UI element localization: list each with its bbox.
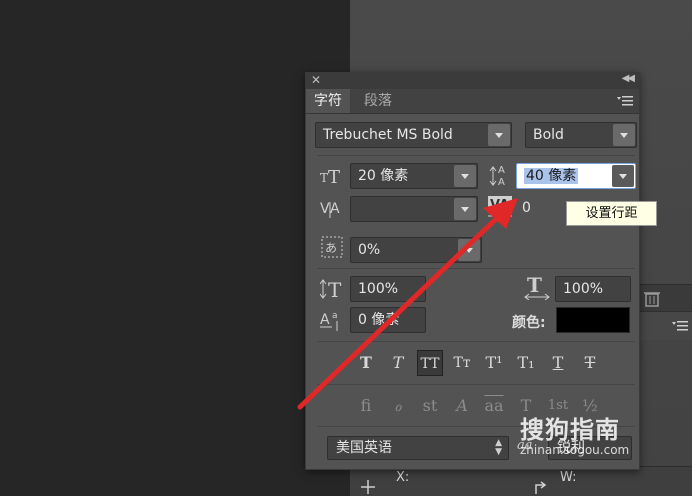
vertical-scale-icon: T	[320, 278, 342, 300]
tsume-icon: あ	[321, 236, 343, 258]
svg-text:あ: あ	[325, 241, 337, 255]
horizontal-scale-value: 100%	[563, 281, 604, 297]
tooltip: 设置行距	[566, 201, 657, 226]
plus-icon	[361, 480, 375, 494]
language-select[interactable]: 美国英语 ▲ ▼	[327, 436, 509, 460]
chevron-down-icon[interactable]	[454, 198, 476, 220]
svg-text:A: A	[320, 312, 330, 328]
divider	[317, 341, 635, 342]
baseline-shift-value: 0 像素	[358, 312, 400, 328]
superscript-button[interactable]: T¹	[481, 350, 507, 376]
svg-text:A: A	[330, 201, 340, 217]
leading-value: 40 像素	[524, 168, 579, 184]
leading-field[interactable]: 40 像素	[516, 163, 636, 189]
watermark-logo: 搜狗指南	[520, 416, 620, 444]
panel-titlebar: ✕ ◀◀	[306, 73, 639, 89]
svg-text:V: V	[320, 201, 330, 217]
contextual-alternates-button[interactable]: ℴ	[385, 393, 411, 419]
chevron-down-icon[interactable]	[488, 124, 510, 146]
svg-text:T: T	[328, 278, 342, 300]
kerning-icon: V A	[320, 201, 340, 218]
underline-button[interactable]: T	[545, 350, 571, 376]
ligatures-button[interactable]: fi	[353, 393, 379, 419]
leading-icon: A A	[489, 165, 505, 188]
font-family-select[interactable]: Trebuchet MS Bold	[315, 122, 512, 148]
svg-text:A: A	[498, 177, 505, 188]
side-panel-strip	[636, 284, 692, 312]
divider	[317, 155, 635, 156]
svg-text:A: A	[498, 165, 505, 176]
font-style-select[interactable]: Bold	[525, 122, 637, 148]
strikethrough-button[interactable]: T	[577, 350, 603, 376]
font-size-value: 20 像素	[358, 168, 409, 184]
vertical-scale-field[interactable]: 100%	[350, 276, 426, 302]
all-caps-button[interactable]: TT	[417, 350, 443, 376]
subscript-button[interactable]: T₁	[513, 350, 539, 376]
small-caps-button[interactable]: Tᴛ	[449, 350, 475, 376]
font-style-value: Bold	[533, 127, 564, 143]
w-label: W:	[560, 470, 577, 485]
divider	[317, 268, 635, 269]
close-icon[interactable]: ✕	[311, 73, 321, 87]
horizontal-scale-field[interactable]: 100%	[555, 276, 631, 302]
collapse-icon[interactable]: ◀◀	[622, 73, 635, 84]
chevron-down-icon[interactable]	[613, 124, 635, 146]
baseline-shift-field[interactable]: 0 像素	[350, 307, 426, 333]
divider	[317, 384, 635, 385]
baseline-shift-icon: A a	[320, 311, 338, 331]
color-label: 颜色:	[512, 315, 546, 331]
faux-italic-button[interactable]: T	[385, 350, 411, 376]
svg-text:a: a	[332, 311, 338, 321]
resize-icon	[535, 481, 547, 494]
side-panel-strip-2	[636, 311, 692, 340]
svg-text:T: T	[320, 171, 328, 185]
trash-icon[interactable]	[642, 289, 662, 309]
faux-bold-button[interactable]: T	[353, 350, 379, 376]
chevron-down-icon[interactable]	[612, 165, 634, 187]
x-label: X:	[396, 470, 410, 485]
updown-arrows-icon: ▲ ▼	[495, 438, 502, 457]
tracking-icon: VA	[488, 196, 512, 217]
tsume-field[interactable]: 0%	[350, 237, 482, 263]
watermark-url: zhinan.sogou.com	[520, 443, 630, 457]
tab-character[interactable]: 字符	[306, 89, 350, 113]
tsume-value: 0%	[358, 242, 381, 258]
watermark: 搜狗指南 zhinan.sogou.com	[520, 410, 629, 457]
language-value: 美国英语	[336, 440, 392, 456]
swash-button[interactable]: A	[449, 393, 475, 419]
font-size-field[interactable]: 20 像素	[350, 163, 478, 189]
svg-text:VA: VA	[490, 198, 509, 213]
font-size-icon: T T	[320, 167, 340, 186]
tab-paragraph[interactable]: 段落	[356, 89, 400, 113]
font-family-value: Trebuchet MS Bold	[323, 127, 453, 143]
chevron-down-icon[interactable]	[458, 239, 480, 261]
svg-text:T: T	[328, 167, 340, 186]
panel-menu-icon[interactable]	[672, 320, 688, 332]
chevron-down-icon[interactable]	[454, 165, 476, 187]
panel-menu-icon[interactable]	[617, 95, 633, 107]
svg-text:T: T	[527, 276, 542, 297]
kerning-field[interactable]	[350, 196, 478, 222]
horizontal-scale-icon: T	[524, 276, 550, 300]
tracking-value[interactable]: 0	[522, 200, 531, 216]
vertical-scale-value: 100%	[358, 281, 399, 297]
stylistic-alternates-button[interactable]: aa	[481, 393, 507, 419]
discretionary-ligatures-button[interactable]: st	[417, 393, 443, 419]
color-swatch[interactable]	[556, 307, 630, 333]
